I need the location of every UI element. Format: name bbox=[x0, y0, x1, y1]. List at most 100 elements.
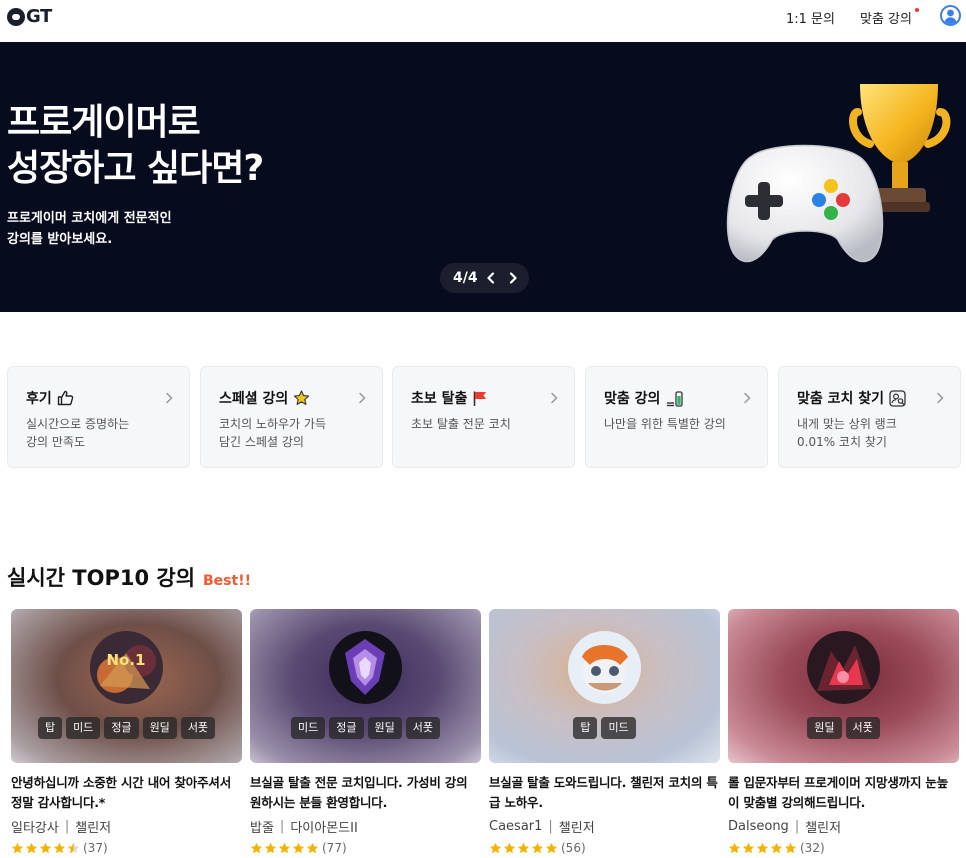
position-tags: 탑 미드 bbox=[489, 717, 720, 739]
course-card[interactable]: 미드 정글 원딜 서폿 브실골 탈출 전문 코치입니다. 가성비 강의 원하시는… bbox=[250, 609, 481, 856]
coach-name: Dalseong bbox=[728, 818, 789, 834]
category-title: 후기 bbox=[26, 391, 52, 407]
review-count: (37) bbox=[83, 841, 108, 855]
star-icon bbox=[293, 389, 310, 407]
separator: | bbox=[794, 818, 800, 834]
position-tag: 미드 bbox=[291, 717, 326, 739]
star-icon bbox=[756, 842, 769, 853]
course-thumbnail[interactable]: 미드 정글 원딜 서폿 bbox=[250, 609, 481, 763]
course-rating: (56) bbox=[489, 840, 720, 856]
category-desc-line1: 코치의 노하우가 가득 bbox=[219, 417, 326, 431]
rating-stars bbox=[250, 842, 319, 855]
hero-pager-count: 4/4 bbox=[453, 270, 478, 286]
separator: | bbox=[64, 818, 70, 834]
position-tag: 원딜 bbox=[367, 717, 402, 739]
chevron-right-icon bbox=[551, 392, 558, 404]
logo-mark-icon bbox=[7, 7, 25, 26]
star-icon bbox=[25, 842, 38, 853]
course-card[interactable]: No.1 탑 미드 정글 원딜 서폿 안녕하십니까 소중한 시간 내어 찾아주셔… bbox=[11, 609, 242, 856]
person-search-icon bbox=[889, 389, 907, 407]
category-card-beginner[interactable]: 초보 탈출 초보 탈출 전문 코치 bbox=[392, 366, 575, 468]
separator: | bbox=[279, 818, 285, 834]
nav-inquiry-link[interactable]: 1:1 문의 bbox=[786, 8, 835, 27]
coach-avatar bbox=[807, 631, 880, 704]
position-tags: 미드 정글 원딜 서폿 bbox=[250, 717, 481, 739]
course-title[interactable]: 롤 입문자부터 프로게이머 지망생까지 눈높이 맞춤별 강의해드립니다. bbox=[728, 773, 959, 813]
rating-stars bbox=[728, 842, 797, 855]
category-card-review[interactable]: 후기 실시간으로 증명하는 강의 만족도 bbox=[7, 366, 190, 468]
star-icon bbox=[11, 842, 24, 853]
logo[interactable]: GT bbox=[7, 6, 52, 27]
hero-banner[interactable]: 프로게이머로 성장하고 싶다면? 프로게이머 코치에게 전문적인 강의를 받아보… bbox=[0, 42, 966, 312]
course-title[interactable]: 브실골 탈출 도와드립니다. 챌린저 코치의 특급 노하우. bbox=[489, 773, 720, 813]
course-thumbnail[interactable]: No.1 탑 미드 정글 원딜 서폿 bbox=[11, 609, 242, 763]
position-tag: 서폿 bbox=[405, 717, 440, 739]
hero-title-line1: 프로게이머로 bbox=[7, 102, 201, 143]
position-tag: 서폿 bbox=[845, 717, 880, 739]
category-title: 맞춤 강의 bbox=[604, 391, 661, 407]
coach-name: 밥줄 bbox=[250, 820, 274, 836]
position-tag: 정글 bbox=[329, 717, 364, 739]
position-tag: 정글 bbox=[104, 717, 139, 739]
position-tags: 탑 미드 정글 원딜 서폿 bbox=[11, 717, 242, 739]
category-desc-line2: 담긴 스페셜 강의 bbox=[219, 435, 304, 449]
category-card-find-coach[interactable]: 맞춤 코치 찾기 내게 맞는 상위 랭크 0.01% 코치 찾기 bbox=[778, 366, 961, 468]
separator: | bbox=[548, 818, 553, 834]
chevron-left-icon bbox=[487, 272, 494, 284]
course-title[interactable]: 브실골 탈출 전문 코치입니다. 가성비 강의 원하시는 분들 환영합니다. bbox=[250, 773, 481, 813]
coach-rank: 챌린저 bbox=[805, 820, 842, 836]
position-tag: 미드 bbox=[66, 717, 101, 739]
category-card-custom[interactable]: 맞춤 강의 나만을 위한 특별한 강의 bbox=[585, 366, 768, 468]
review-count: (32) bbox=[800, 841, 825, 855]
star-icon bbox=[517, 842, 530, 853]
flag-icon bbox=[472, 390, 488, 407]
top-header: GT 1:1 문의 맞춤 강의 bbox=[0, 0, 966, 42]
course-thumbnail[interactable]: 탑 미드 bbox=[489, 609, 720, 763]
course-title[interactable]: 안녕하십니까 소중한 시간 내어 찾아주셔서 정말 감사합니다.* bbox=[11, 773, 242, 813]
course-rating: (37) bbox=[11, 840, 242, 856]
position-tag: 원딜 bbox=[142, 717, 177, 739]
chevron-right-icon bbox=[359, 392, 366, 404]
star-icon bbox=[531, 842, 544, 853]
star-icon bbox=[306, 842, 319, 853]
chevron-right-icon bbox=[744, 392, 751, 404]
review-count: (56) bbox=[561, 841, 586, 855]
coach-avatar bbox=[568, 631, 641, 704]
hero-prev-button[interactable] bbox=[482, 269, 500, 287]
hero-subtitle-line1: 프로게이머 코치에게 전문적인 bbox=[7, 211, 172, 226]
star-icon bbox=[53, 842, 66, 853]
position-tags: 원딜 서폿 bbox=[728, 717, 959, 739]
chevron-right-icon bbox=[166, 392, 173, 404]
chevron-right-icon bbox=[509, 272, 517, 284]
category-desc-line2: 강의 만족도 bbox=[26, 435, 86, 449]
course-thumbnail[interactable]: 원딜 서폿 bbox=[728, 609, 959, 763]
category-title: 맞춤 코치 찾기 bbox=[797, 391, 885, 407]
star-icon bbox=[770, 842, 783, 853]
coach-rank: 챌린저 bbox=[75, 820, 112, 836]
category-card-special[interactable]: 스페셜 강의 코치의 노하우가 가득 담긴 스페셜 강의 bbox=[200, 366, 383, 468]
notification-dot bbox=[915, 8, 919, 12]
position-tag: 원딜 bbox=[807, 717, 842, 739]
star-icon bbox=[489, 842, 502, 853]
section-title-text: 실시간 TOP10 강의 bbox=[7, 566, 196, 590]
thumbs-up-icon bbox=[57, 390, 74, 406]
course-card[interactable]: 원딜 서폿 롤 입문자부터 프로게이머 지망생까지 눈높이 맞춤별 강의해드립니… bbox=[728, 609, 959, 856]
category-desc-line1: 실시간으로 증명하는 bbox=[26, 417, 130, 431]
coach-rank: 다이아몬드II bbox=[290, 820, 358, 836]
position-tag: 미드 bbox=[601, 717, 636, 739]
star-icon bbox=[278, 842, 291, 853]
gamepad-icon bbox=[726, 144, 884, 263]
category-desc-line1: 내게 맞는 상위 랭크 bbox=[797, 417, 897, 431]
half-star-icon bbox=[67, 842, 80, 853]
nav-custom-lecture-link[interactable]: 맞춤 강의 bbox=[860, 8, 912, 27]
section-title: 실시간 TOP10 강의 Best!! bbox=[7, 562, 251, 592]
hero-next-button[interactable] bbox=[504, 269, 522, 287]
hero-subtitle-line2: 강의를 받아보세요. bbox=[7, 232, 113, 247]
user-profile-icon[interactable] bbox=[940, 5, 961, 26]
star-icon bbox=[728, 842, 741, 853]
hero-pager: 4/4 bbox=[440, 263, 529, 293]
category-title: 초보 탈출 bbox=[411, 391, 468, 407]
chevron-right-icon bbox=[937, 392, 944, 404]
course-card[interactable]: 탑 미드 브실골 탈출 도와드립니다. 챌린저 코치의 특급 노하우. Caes… bbox=[489, 609, 720, 856]
review-count: (77) bbox=[322, 841, 347, 855]
